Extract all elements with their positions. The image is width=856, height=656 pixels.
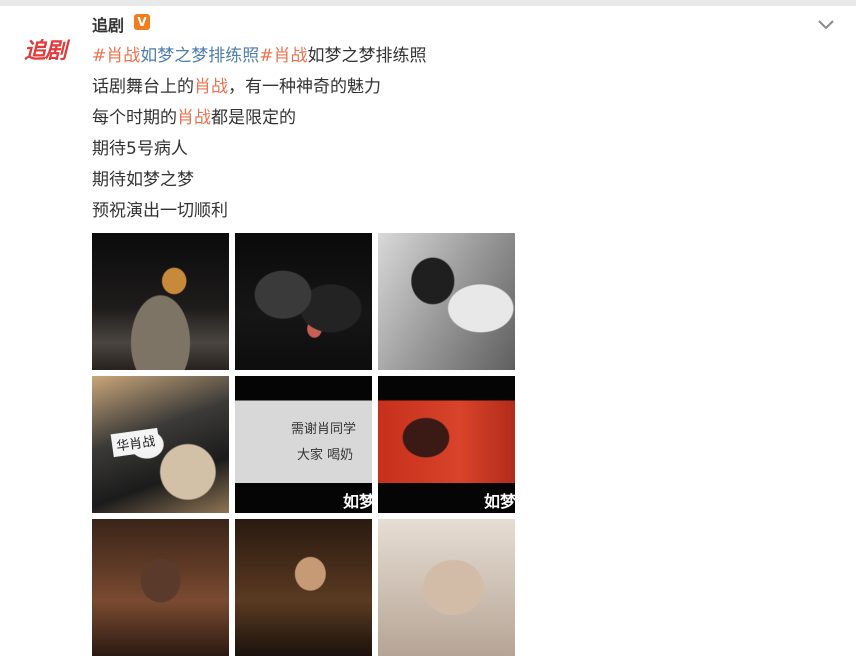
post-line: 期待如梦之梦 [92,167,427,198]
photo-name-tag[interactable]: 华肖战 [92,376,229,513]
post-line: #肖战如梦之梦排练照#肖战如梦之梦排练照 [92,43,427,74]
post-line: 话剧舞台上的肖战，有一种神奇的魅力 [92,74,427,105]
post-text-segment: ，有一种神奇的魅力 [228,77,381,97]
highlight-name[interactable]: 肖战 [194,77,228,97]
photo-stage-rehearsal[interactable] [92,233,229,370]
post-line: 预祝演出一切顺利 [92,198,427,229]
post-text-segment: 每个时期的 [92,108,177,128]
photo-closeup-portrait[interactable] [378,519,515,656]
topic-link[interactable]: 如梦之梦排练照 [140,46,259,66]
post-text: #肖战如梦之梦排练照#肖战如梦之梦排练照 话剧舞台上的肖战，有一种神奇的魅力 每个时… [92,43,427,229]
photo-logo-1: 如梦 [343,492,372,511]
chevron-down-icon[interactable] [815,14,837,34]
post-text-segment: 期待如梦之梦 [92,170,194,190]
photo-red-poster[interactable]: 如梦 [378,376,515,513]
note-line-1: 需谢肖同学 [291,422,357,437]
photo-reading-script[interactable] [378,233,515,370]
avatar-logo: 追剧 [23,39,67,64]
highlight-name[interactable]: 肖战 [177,108,211,128]
username[interactable]: 追剧 [92,12,124,36]
post-text-segment: 预祝演出一切顺利 [92,201,228,221]
photo-actors-with-scripts[interactable] [235,233,372,370]
avatar[interactable]: 追剧 [17,21,73,77]
photo-warm-portrait[interactable] [235,519,372,656]
hashtag-link[interactable]: #肖战 [92,46,140,66]
hashtag-link[interactable]: #肖战 [259,46,307,66]
post-text-segment: 话剧舞台上的 [92,77,194,97]
photo-handwritten-note[interactable]: 需谢肖同学 大家 喝奶 如梦 [235,376,372,513]
post-line: 每个时期的肖战都是限定的 [92,105,427,136]
post-text-segment: 如梦之梦排练照 [307,46,427,66]
photo-film-portrait[interactable] [92,519,229,656]
verified-badge-icon: V [134,14,150,30]
note-line-2: 大家 喝奶 [297,448,354,463]
top-divider [0,0,856,6]
name-tag-label: 华肖战 [110,427,161,458]
photo-logo-2: 如梦 [484,492,515,511]
post-text-segment: 期待5号病人 [92,139,188,159]
post-line: 期待5号病人 [92,136,427,167]
post-text-segment: 都是限定的 [211,108,296,128]
